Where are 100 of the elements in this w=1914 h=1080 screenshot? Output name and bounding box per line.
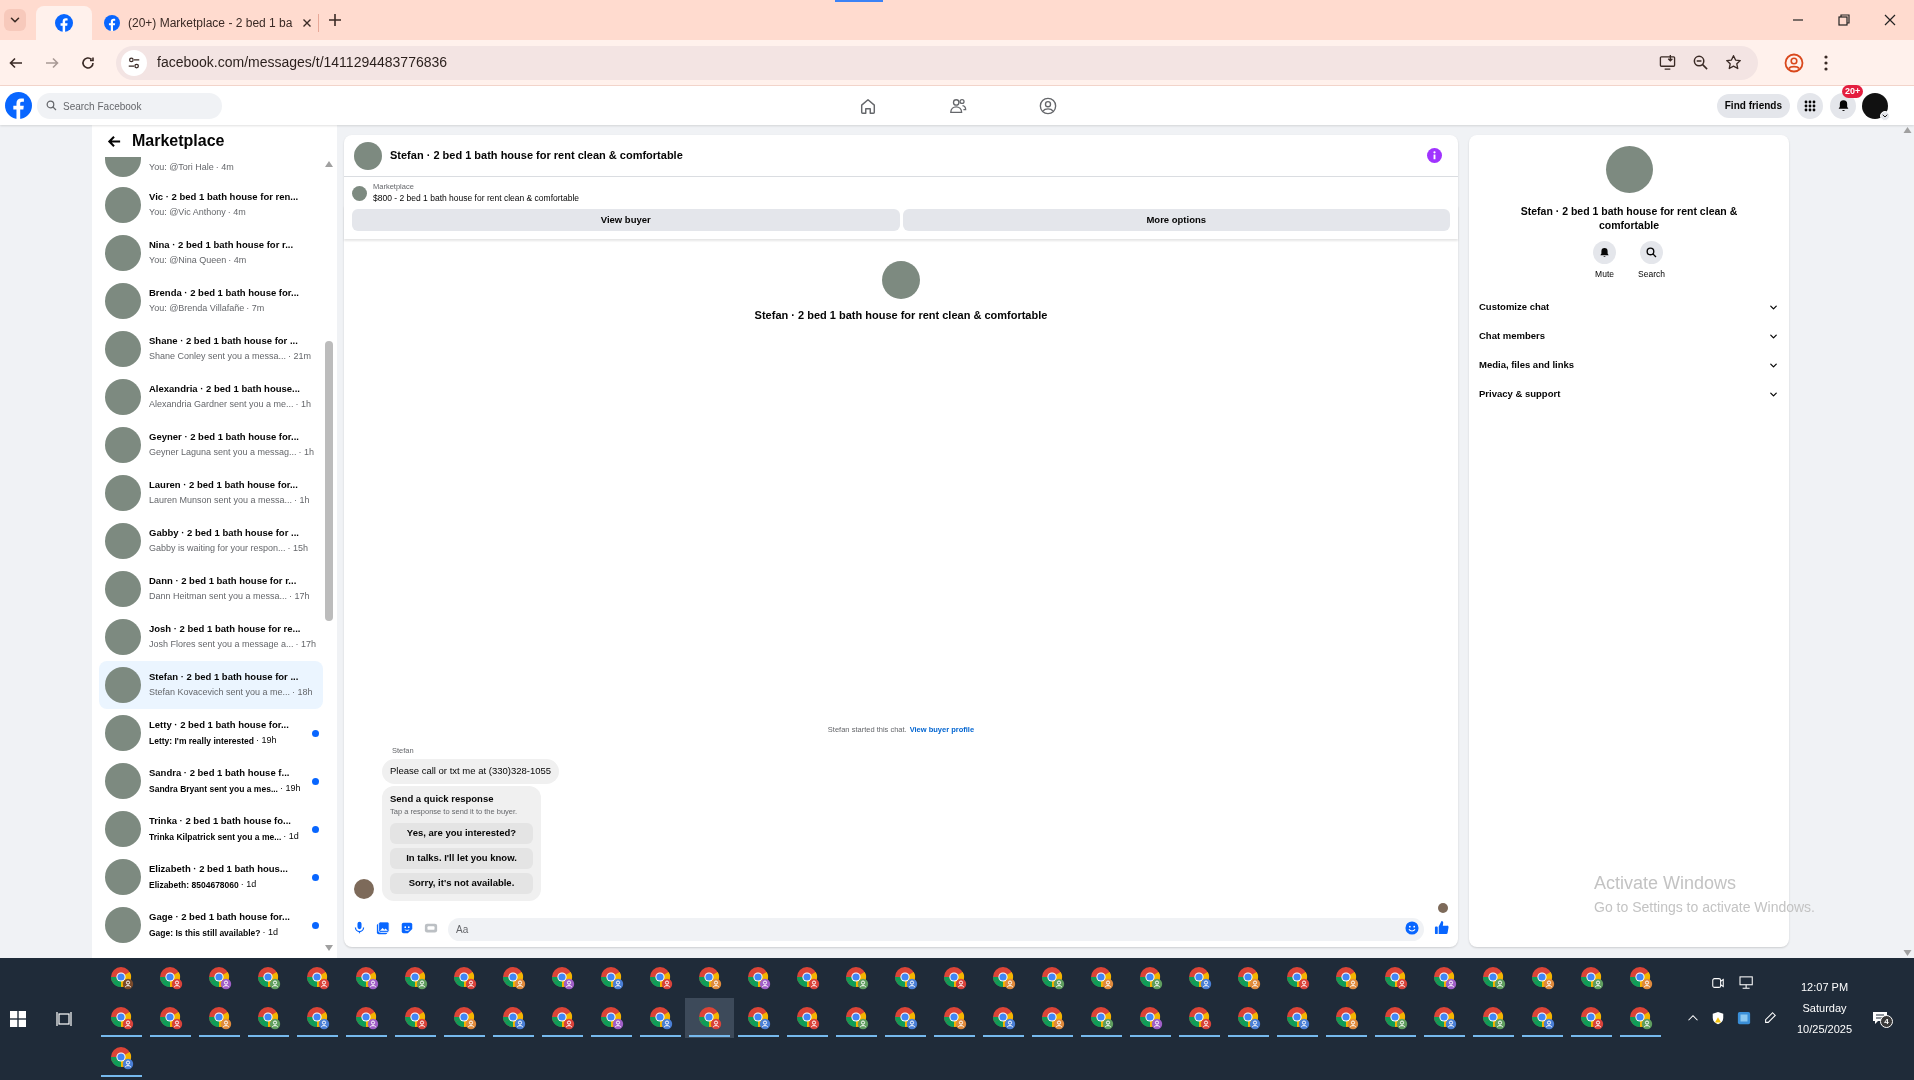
browser-app-icon[interactable] [1187,1006,1212,1030]
browser-app-icon[interactable] [1628,966,1653,990]
notifications-button[interactable] [1830,92,1856,119]
browser-app-icon[interactable] [697,966,722,990]
browser-tab[interactable]: (20+) Marketplace - 2 bed 1 ba [92,6,314,40]
conversation-item[interactable]: Sandra · 2 bed 1 bath house f... Sandra Bryant sent you a mes... · 19h [99,757,323,805]
browser-app-icon[interactable] [403,966,428,990]
more-menu-icon[interactable] [1824,54,1828,71]
browser-tab[interactable] [36,6,92,40]
conversation-item[interactable]: Josh · 2 bed 1 bath house for re... Josh Flores sent you a message a... · 17h [99,613,323,661]
browser-app-icon[interactable] [1481,1006,1506,1030]
conversation-item[interactable]: Stefan · 2 bed 1 bath house for ... Stefan Kovacevich sent you a me... · 18h [99,661,323,709]
quick-response-button[interactable]: In talks. I'll let you know. [390,848,533,869]
browser-app-icon[interactable] [991,1006,1016,1030]
browser-app-icon[interactable] [1383,966,1408,990]
browser-app-icon[interactable] [403,1006,428,1030]
details-action-button[interactable] [1593,241,1617,264]
driver-tray-icon[interactable] [1737,1011,1751,1025]
account-avatar[interactable] [1862,92,1888,119]
browser-app-icon[interactable] [501,1006,526,1030]
photo-icon[interactable] [376,920,390,935]
browser-app-icon[interactable] [1285,966,1310,990]
conversation-item[interactable]: Brenda · 2 bed 1 bath house for... You: @Brenda Villafañe · 7m [99,277,323,325]
thumbs-up-icon[interactable] [1434,920,1449,935]
browser-app-icon[interactable] [1089,1006,1114,1030]
browser-app-icon[interactable] [501,966,526,990]
tab-search-button[interactable] [4,9,26,31]
browser-app-icon[interactable] [1530,1006,1555,1030]
browser-app-icon[interactable] [648,1006,673,1030]
browser-app-icon[interactable] [550,966,575,990]
conversation-item[interactable]: Geyner · 2 bed 1 bath house for... Geyner Laguna sent you a messag... · 1h [99,421,323,469]
browser-app-icon[interactable] [109,966,134,990]
notifications-button[interactable]: 4 [1872,1007,1895,1029]
message-input[interactable]: Aa [448,918,1424,941]
browser-app-icon[interactable] [1089,966,1114,990]
quick-response-button[interactable]: Sorry, it's not available. [390,873,533,894]
browser-app-icon[interactable] [452,966,477,990]
microphone-icon[interactable] [353,921,366,934]
info-icon[interactable] [1427,148,1442,163]
browser-app-icon[interactable] [305,966,330,990]
restore-icon[interactable] [1836,12,1852,28]
details-action-button[interactable] [1640,241,1663,264]
browser-app-icon[interactable] [893,966,918,990]
action-button[interactable]: More options [902,209,1450,231]
browser-app-icon[interactable] [1040,1006,1065,1030]
browser-app-icon[interactable] [795,966,820,990]
find-friends-button[interactable]: Find friends [1716,93,1790,118]
browser-app-icon[interactable] [1432,1006,1457,1030]
details-section-item[interactable]: Chat members [1478,321,1780,351]
browser-app-icon[interactable] [1530,966,1555,990]
browser-app-icon[interactable] [550,1006,575,1030]
menu-button[interactable] [1797,92,1823,119]
conversation-item[interactable]: Dann · 2 bed 1 bath house for r... Dann Heitman sent you a messa... · 17h [99,565,323,613]
conversation-item[interactable]: Shane · 2 bed 1 bath house for ... Shane Conley sent you a messa... · 21m [99,325,323,373]
close-icon[interactable] [1882,12,1898,28]
details-section-item[interactable]: Customize chat [1478,292,1780,322]
reload-icon[interactable] [80,54,96,71]
windows-start-icon[interactable] [10,1011,26,1027]
browser-app-icon[interactable] [991,966,1016,990]
browser-app-icon[interactable] [1383,1006,1408,1030]
conversation-item[interactable]: Lauren · 2 bed 1 bath house for... Lauren Munson sent you a messa... · 1h [99,469,323,517]
conversation-item[interactable]: Vic · 2 bed 1 bath house for ren... You: @Vic Anthony · 4m [99,181,323,229]
zoom-out-icon[interactable] [1692,54,1709,71]
browser-app-icon[interactable] [256,1006,281,1030]
browser-app-icon[interactable] [1236,1006,1261,1030]
details-section-item[interactable]: Media, files and links [1478,350,1780,380]
browser-app-icon[interactable] [354,1006,379,1030]
browser-app-icon[interactable] [1481,966,1506,990]
search-field[interactable]: Search Facebook [37,93,222,119]
conversation-item[interactable]: Alexandria · 2 bed 1 bath house... Alexandria Gardner sent you a me... · 1h [99,373,323,421]
browser-app-icon[interactable] [1334,966,1359,990]
home-icon[interactable] [858,96,877,115]
conversation-item[interactable]: Nina · 2 bed 1 bath house for r... You: @Nina Queen · 4m [99,229,323,277]
browser-app-icon[interactable] [1432,966,1457,990]
browser-app-icon[interactable] [1040,966,1065,990]
emoji-icon[interactable] [1405,920,1419,935]
conversation-item[interactable]: Trinka · 2 bed 1 bath house fo... Trinka Kilpatrick sent you a me... · 1d [99,805,323,853]
browser-app-icon[interactable] [648,966,673,990]
page-scrollbar[interactable] [1900,125,1914,958]
security-shield-icon[interactable] [1711,1011,1725,1025]
browser-app-icon[interactable] [942,1006,967,1030]
conversation-item[interactable]: Elizabeth · 2 bed 1 bath hous... Elizabeth: 8504678060 · 1d [99,853,323,901]
browser-app-icon[interactable] [1334,1006,1359,1030]
browser-app-icon[interactable] [893,1006,918,1030]
profile-icon[interactable] [1784,52,1804,73]
browser-app-icon[interactable] [109,1046,134,1070]
browser-app-icon[interactable] [795,1006,820,1030]
browser-app-icon[interactable] [1579,966,1604,990]
network-icon[interactable] [1739,976,1755,990]
browser-app-icon[interactable] [844,1006,869,1030]
browser-app-icon[interactable] [207,966,232,990]
browser-app-icon[interactable] [1285,1006,1310,1030]
action-button[interactable]: View buyer [352,209,900,231]
pen-icon[interactable] [1763,1011,1777,1025]
browser-app-icon[interactable] [1138,966,1163,990]
browser-app-icon[interactable] [305,1006,330,1030]
sticker-icon[interactable] [400,920,414,935]
browser-app-icon[interactable] [1579,1006,1604,1030]
quick-response-button[interactable]: Yes, are you interested? [390,823,533,844]
conversation-item[interactable]: You: @Tori Hale · 4m [99,157,323,181]
